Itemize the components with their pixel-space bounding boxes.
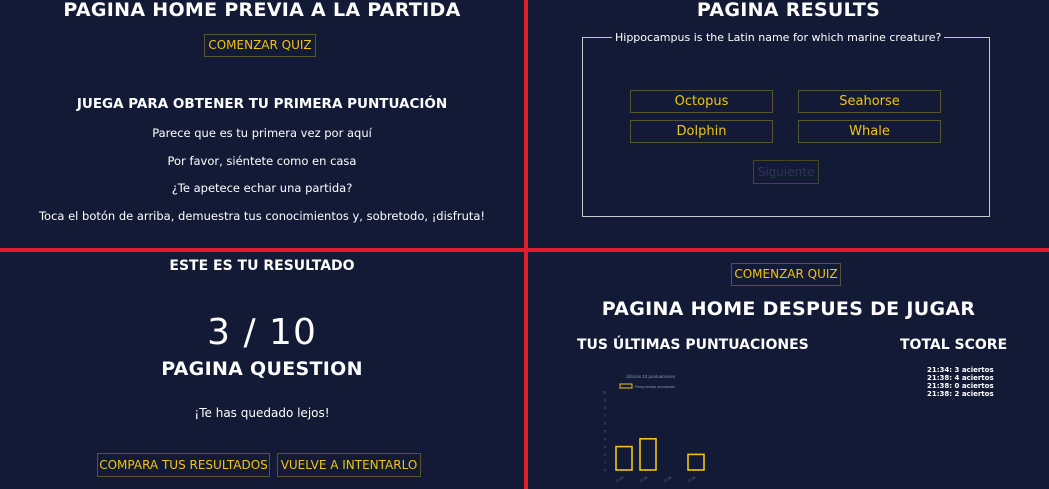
retry-button[interactable]: VUELVE A INTENTARLO: [277, 453, 421, 477]
compare-results-button[interactable]: COMPARA TUS RESULTADOS: [97, 453, 270, 477]
y-tick-label: 10: [602, 391, 606, 395]
score-entry: 21:38: 2 aciertos: [927, 390, 994, 398]
score-entry: 21:34: 3 aciertos: [927, 366, 994, 374]
y-tick-label: 0: [604, 469, 606, 473]
start-quiz-button[interactable]: COMENZAR QUIZ: [731, 263, 841, 286]
intro-line: Parece que es tu primera vez por aquí: [152, 126, 372, 140]
score-entry: 21:38: 0 aciertos: [927, 382, 994, 390]
intro-line: Por favor, siéntete como en casa: [167, 154, 357, 168]
answer-button[interactable]: Dolphin: [630, 120, 773, 143]
score-entry: 21:38: 4 aciertos: [927, 374, 994, 382]
score-display: 3 / 10: [207, 312, 317, 353]
start-quiz-button[interactable]: COMENZAR QUIZ: [204, 34, 316, 57]
y-tick-label: 1: [604, 461, 606, 465]
y-tick-label: 8: [604, 406, 606, 410]
bar: [639, 438, 657, 471]
next-button[interactable]: Siguiente: [753, 160, 819, 184]
legend-swatch: [619, 383, 633, 389]
x-tick-label: 21:38: [687, 475, 697, 483]
home-before-panel: PAGINA HOME PREVIA A LA PARTIDA COMENZAR…: [0, 0, 524, 248]
bar: [615, 445, 633, 471]
y-tick-label: 7: [604, 414, 606, 418]
y-tick-label: 5: [604, 430, 606, 434]
page-title: PAGINA HOME PREVIA A LA PARTIDA: [63, 0, 461, 21]
x-tick-label: 21:38: [663, 475, 673, 483]
answer-button[interactable]: Whale: [798, 120, 941, 143]
intro-line: ¿Te apetece echar una partida?: [171, 181, 353, 195]
y-tick-label: 3: [604, 445, 606, 449]
y-tick-label: 9: [604, 398, 606, 402]
answer-button[interactable]: Seahorse: [798, 90, 941, 113]
intro-line: Toca el botón de arriba, demuestra tus c…: [38, 209, 486, 223]
total-score-heading: TOTAL SCORE: [900, 337, 1008, 353]
horizontal-divider: [0, 248, 1049, 252]
question-card: Hippocampus is the Latin name for which …: [582, 31, 990, 217]
results-panel: PAGINA RESULTS Hippocampus is the Latin …: [528, 0, 1049, 248]
bar: [687, 453, 705, 471]
scores-bar-chart: Últimas 10 puntuaciones Respuestas acerta…: [602, 373, 705, 483]
home-after-panel: COMENZAR QUIZ PAGINA HOME DESPUES DE JUG…: [528, 252, 1049, 489]
legend-label: Respuestas acertadas: [635, 384, 675, 389]
page-title: PAGINA RESULTS: [696, 0, 881, 21]
result-heading: ESTE ES TU RESULTADO: [169, 258, 355, 274]
page-title: PAGINA HOME DESPUES DE JUGAR: [601, 298, 976, 320]
page-title: PAGINA QUESTION: [161, 358, 363, 380]
x-tick-label: 21:38: [639, 475, 649, 483]
y-tick-label: 4: [604, 437, 606, 441]
question-result-panel: ESTE ES TU RESULTADO 3 / 10 PAGINA QUEST…: [0, 252, 524, 489]
x-tick-label: 21:34: [615, 475, 625, 483]
y-tick-label: 6: [604, 422, 606, 426]
question-text: Hippocampus is the Latin name for which …: [615, 31, 942, 44]
last-scores-heading: TUS ÚLTIMAS PUNTUACIONES: [577, 337, 809, 353]
result-message: ¡Te has quedado lejos!: [194, 406, 330, 420]
chart-title: Últimas 10 puntuaciones: [626, 373, 676, 379]
score-list: 21:34: 3 aciertos 21:38: 4 aciertos 21:3…: [927, 366, 994, 398]
y-tick-label: 2: [604, 453, 606, 457]
vertical-divider: [524, 0, 528, 489]
answer-button[interactable]: Octopus: [630, 90, 773, 113]
first-score-heading: JUEGA PARA OBTENER TU PRIMERA PUNTUACIÓN: [76, 96, 448, 112]
